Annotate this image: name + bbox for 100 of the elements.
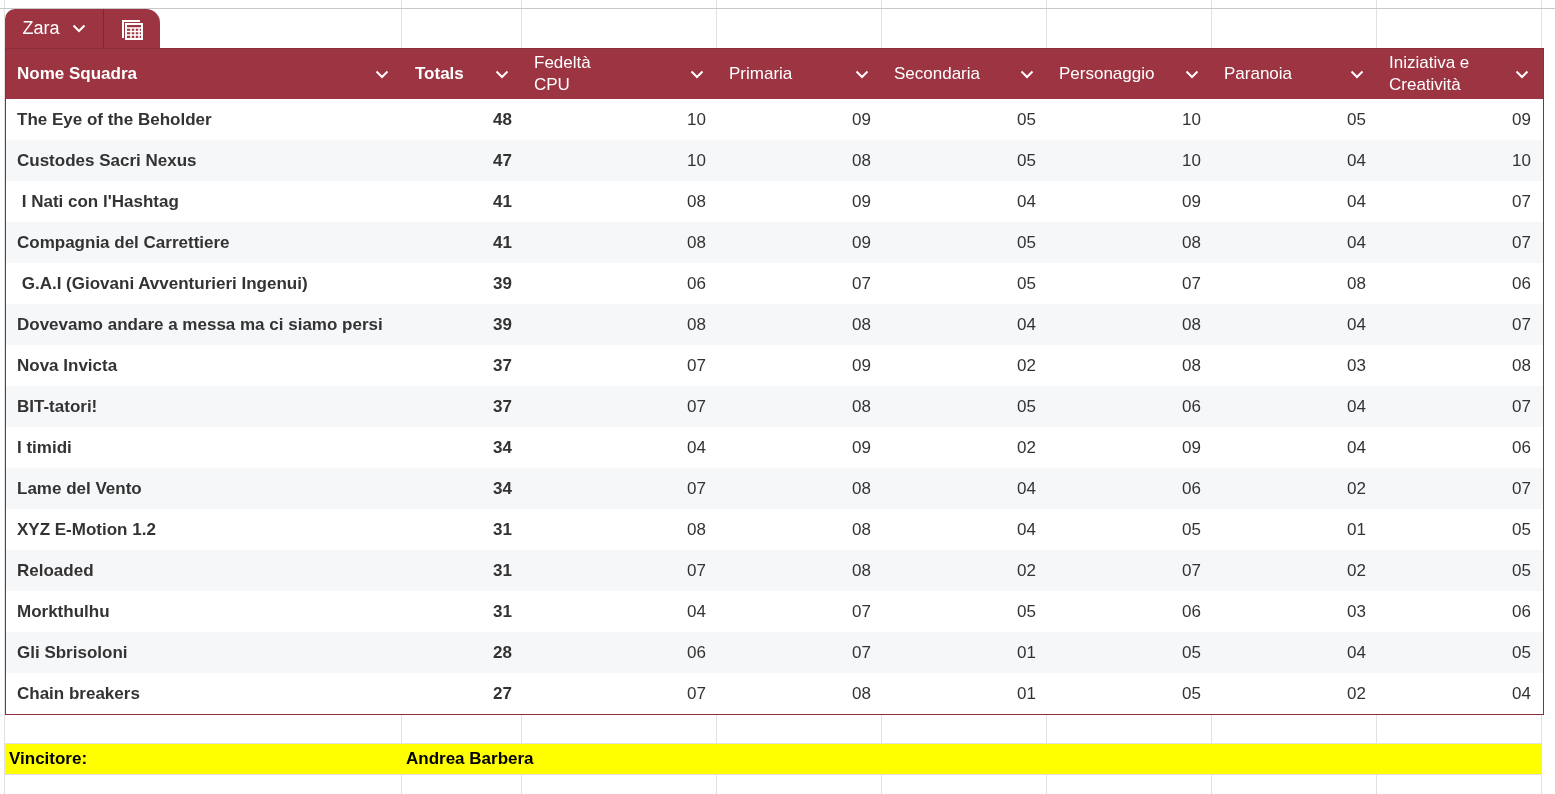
score-cell: 07 — [1512, 314, 1531, 335]
score-cell: 06 — [1512, 437, 1531, 458]
score-cell: 04 — [1347, 232, 1366, 253]
score-cell: 08 — [1182, 355, 1201, 376]
score-cell: 09 — [852, 232, 871, 253]
score-cell: 08 — [687, 519, 706, 540]
chevron-down-icon — [1020, 69, 1034, 79]
total-score: 28 — [493, 642, 512, 663]
score-cell: 02 — [1017, 560, 1036, 581]
score-cell: 08 — [1512, 355, 1531, 376]
total-score: 37 — [493, 396, 512, 417]
chevron-down-icon — [375, 69, 389, 79]
total-score: 31 — [493, 519, 512, 540]
chevron-down-icon — [1185, 69, 1199, 79]
score-cell: 07 — [1182, 560, 1201, 581]
score-cell: 10 — [1182, 109, 1201, 130]
score-cell: 08 — [687, 191, 706, 212]
total-score: 34 — [493, 437, 512, 458]
score-cell: 07 — [687, 396, 706, 417]
score-cell: 07 — [1512, 478, 1531, 499]
score-cell: 08 — [1182, 314, 1201, 335]
score-cell: 05 — [1512, 519, 1531, 540]
score-cell: 04 — [1347, 437, 1366, 458]
score-cell: 02 — [1017, 355, 1036, 376]
score-cell: 07 — [1512, 232, 1531, 253]
score-cell: 08 — [852, 314, 871, 335]
total-score: 27 — [493, 683, 512, 704]
team-name: Reloaded — [17, 560, 94, 581]
score-cell: 04 — [687, 601, 706, 622]
team-name: Gli Sbrisoloni — [17, 642, 128, 663]
team-name: Dovevamo andare a messa ma ci siamo persi — [17, 314, 383, 335]
score-cell: 06 — [687, 642, 706, 663]
score-cell: 08 — [852, 560, 871, 581]
score-cell: 08 — [852, 519, 871, 540]
team-name: BIT-tatori! — [17, 396, 98, 417]
chevron-down-icon — [855, 69, 869, 79]
score-cell: 08 — [852, 396, 871, 417]
total-score: 39 — [493, 314, 512, 335]
total-score: 39 — [493, 273, 512, 294]
score-cell: 05 — [1017, 232, 1036, 253]
score-cell: 07 — [687, 683, 706, 704]
team-name: XYZ E-Motion 1.2 — [17, 519, 156, 540]
score-cell: 06 — [1512, 601, 1531, 622]
chevron-down-icon — [495, 69, 509, 79]
score-cell: 05 — [1017, 396, 1036, 417]
column-header: Iniziativa e Creatività — [1389, 52, 1471, 96]
score-cell: 02 — [1347, 478, 1366, 499]
score-cell: 07 — [852, 642, 871, 663]
score-cell: 06 — [687, 273, 706, 294]
score-cell: 04 — [1347, 396, 1366, 417]
score-cell: 06 — [1182, 396, 1201, 417]
score-cell: 06 — [1512, 273, 1531, 294]
total-score: 41 — [493, 191, 512, 212]
score-cell: 04 — [1017, 519, 1036, 540]
chevron-down-icon — [690, 69, 704, 79]
team-name: Chain breakers — [17, 683, 140, 704]
score-cell: 04 — [1017, 191, 1036, 212]
score-cell: 05 — [1017, 150, 1036, 171]
score-cell: 09 — [852, 355, 871, 376]
score-cell: 08 — [687, 314, 706, 335]
score-cell: 07 — [852, 601, 871, 622]
score-cell: 05 — [1512, 560, 1531, 581]
column-header: Fedeltà CPU — [534, 52, 592, 96]
score-cell: 04 — [1347, 314, 1366, 335]
team-name: I timidi — [17, 437, 72, 458]
score-cell: 01 — [1017, 683, 1036, 704]
total-score: 34 — [493, 478, 512, 499]
score-cell: 09 — [1182, 437, 1201, 458]
score-cell: 02 — [1017, 437, 1036, 458]
score-cell: 09 — [1512, 109, 1531, 130]
score-cell: 08 — [1182, 232, 1201, 253]
score-cell: 04 — [1347, 642, 1366, 663]
team-name: Custodes Sacri Nexus — [17, 150, 197, 171]
score-cell: 04 — [1347, 191, 1366, 212]
score-cell: 04 — [687, 437, 706, 458]
score-cell: 05 — [1017, 273, 1036, 294]
score-cell: 05 — [1017, 109, 1036, 130]
score-cell: 07 — [1512, 191, 1531, 212]
score-cell: 05 — [1182, 683, 1201, 704]
score-cell: 04 — [1017, 478, 1036, 499]
score-cell: 02 — [1347, 560, 1366, 581]
score-cell: 08 — [852, 150, 871, 171]
score-cell: 09 — [852, 437, 871, 458]
score-cell: 06 — [1182, 478, 1201, 499]
column-header: Totals — [415, 63, 464, 85]
winner-label: Vincitore: — [9, 749, 88, 769]
total-score: 48 — [493, 109, 512, 130]
score-cell: 07 — [1512, 396, 1531, 417]
score-cell: 03 — [1347, 601, 1366, 622]
team-name: Lame del Vento — [17, 478, 142, 499]
score-cell: 10 — [687, 109, 706, 130]
score-cell: 07 — [1182, 273, 1201, 294]
score-cell: 08 — [1347, 273, 1366, 294]
score-cell: 10 — [687, 150, 706, 171]
column-header: Nome Squadra — [17, 63, 137, 85]
total-score: 37 — [493, 355, 512, 376]
score-cell: 07 — [687, 355, 706, 376]
team-name: The Eye of the Beholder — [17, 109, 212, 130]
chevron-down-icon — [1515, 69, 1529, 79]
score-cell: 09 — [1182, 191, 1201, 212]
